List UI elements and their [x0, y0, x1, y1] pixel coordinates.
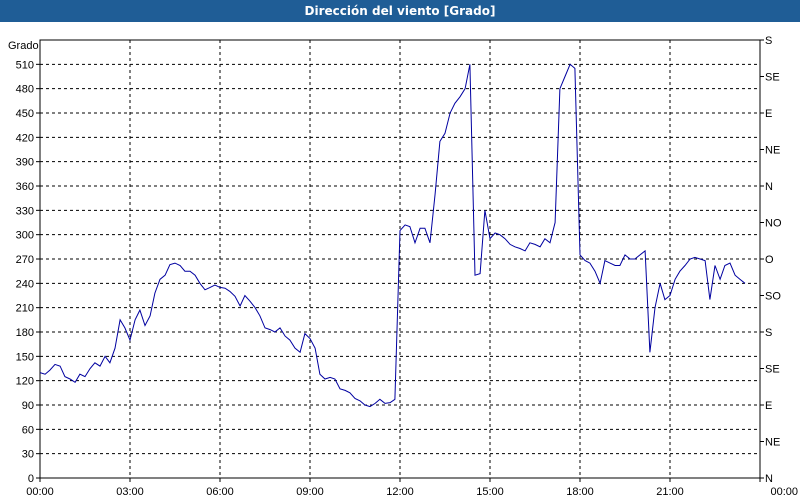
left-tick-label: 180 — [16, 327, 34, 339]
right-axis-ticks: N NE E SE S SO O NO N NE E SE S — [760, 35, 782, 485]
right-tick-label: N — [765, 181, 773, 193]
left-tick-label: 510 — [16, 59, 34, 71]
left-tick-label: 270 — [16, 254, 34, 266]
left-tick-label: 90 — [22, 400, 34, 412]
right-tick-label: S — [765, 327, 772, 339]
x-tick-time: 06:00 — [206, 486, 234, 498]
left-tick-label: 480 — [16, 84, 34, 96]
left-tick-label: 300 — [16, 230, 34, 242]
left-tick-label: 60 — [22, 424, 34, 436]
right-tick-label: NO — [765, 218, 782, 230]
x-tick-time: 00:00 — [26, 486, 54, 498]
x-tick-time: 21:00 — [656, 486, 684, 498]
left-tick-label: 390 — [16, 157, 34, 169]
left-tick-label: 240 — [16, 278, 34, 290]
x-tick-time: 03:00 — [116, 486, 144, 498]
right-tick-label: NE — [765, 145, 780, 157]
left-tick-label: 30 — [22, 449, 34, 461]
x-tick-time: 09:00 — [296, 486, 324, 498]
right-tick-label: SE — [765, 72, 780, 84]
x-tick-time: 15:00 — [476, 486, 504, 498]
x-axis-ticks: 00:0012/01/2603:0012/01/2606:0012/01/260… — [26, 478, 798, 498]
right-tick-label: SO — [765, 291, 781, 303]
right-tick-label: O — [765, 254, 774, 266]
left-axis-ticks: 0 30 60 90 120 150 180 210 240 270 300 330 360 390 420… — [16, 59, 40, 485]
chart-title: Dirección del viento [Grado] — [0, 0, 800, 22]
left-tick-label: 0 — [28, 473, 34, 485]
left-tick-label: 420 — [16, 132, 34, 144]
left-tick-label: 360 — [16, 181, 34, 193]
right-tick-label: N — [765, 473, 773, 485]
y-axis-label: Grado — [8, 40, 39, 52]
left-tick-label: 330 — [16, 205, 34, 217]
left-tick-label: 120 — [16, 376, 34, 388]
right-tick-label: S — [765, 35, 772, 47]
x-tick-time: 18:00 — [566, 486, 594, 498]
right-tick-label: SE — [765, 364, 780, 376]
right-tick-label: NE — [765, 437, 780, 449]
right-tick-label: E — [765, 108, 772, 120]
left-tick-label: 150 — [16, 351, 34, 363]
left-tick-label: 210 — [16, 303, 34, 315]
x-tick-time: 12:00 — [386, 486, 414, 498]
wind-direction-chart: 0 30 60 90 120 150 180 210 240 270 300 330 360 390 420… — [8, 35, 798, 498]
x-tick-time: 00:00 — [770, 486, 798, 498]
left-tick-label: 450 — [16, 108, 34, 120]
right-tick-label: E — [765, 400, 772, 412]
